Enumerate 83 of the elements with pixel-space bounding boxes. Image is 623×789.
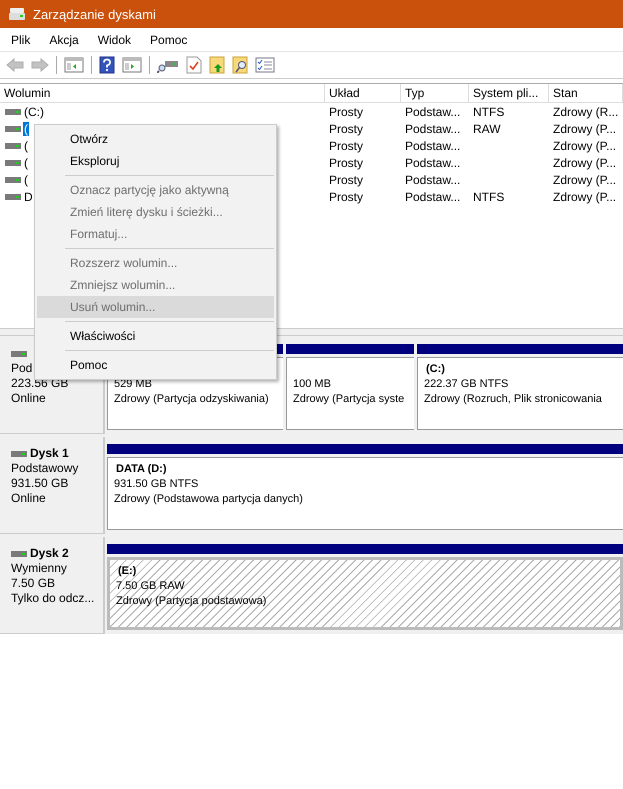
table-cell: Zdrowy (R... (553, 104, 618, 118)
table-cell: Podstaw... (405, 122, 460, 136)
volume-name[interactable]: ( (23, 122, 29, 136)
table-cell: Prosty (329, 172, 364, 186)
column-header[interactable]: Wolumin (0, 84, 325, 102)
table-cell: Podstaw... (405, 190, 460, 204)
disk-type: Podstawowy (11, 461, 78, 476)
help-icon[interactable] (99, 56, 115, 74)
disk-name: Dysk 2 (30, 546, 69, 561)
menu-item[interactable]: Widok (98, 32, 132, 46)
table-cell: Prosty (329, 138, 364, 152)
window-panel-icon[interactable] (64, 57, 84, 73)
table-cell: Prosty (329, 190, 364, 204)
drive-icon (5, 108, 21, 116)
partition-size: 931.50 GB NTFS (114, 477, 200, 492)
partition-label: DATA (D:) (116, 463, 166, 475)
partition-status: Zdrowy (Partycja odzyskiwania) (114, 392, 270, 407)
disk-state: Online (11, 491, 46, 506)
drive-icon (5, 192, 21, 200)
table-cell: Podstaw... (405, 156, 460, 170)
table-cell: Podstaw... (405, 172, 460, 186)
disk-size: 931.50 GB (11, 476, 68, 491)
volume-name[interactable]: ( (23, 156, 29, 170)
column-header[interactable]: Typ (401, 84, 469, 102)
table-cell: NTFS (473, 104, 504, 118)
table-cell: Zdrowy (P... (553, 190, 616, 204)
folder-magnifier-icon[interactable] (232, 56, 248, 74)
volume-name[interactable]: ( (23, 172, 29, 186)
table-cell: NTFS (473, 190, 504, 204)
menu-item[interactable]: Pomoc (150, 32, 188, 46)
partition-label: (E:) (118, 565, 136, 577)
checklist-icon[interactable] (255, 57, 275, 73)
drive-icon (11, 550, 27, 558)
disk-state: Tylko do odcz... (11, 591, 94, 606)
table-cell: Prosty (329, 122, 364, 136)
drive-icon (5, 142, 21, 150)
disk-state: Online (11, 391, 46, 406)
partition-block[interactable]: DATA (D:) 931.50 GB NTFS Zdrowy (Podstawowa partycja danych) (107, 457, 623, 530)
drive-icon (5, 158, 21, 166)
drive-icon (11, 450, 27, 458)
table-cell: Zdrowy (P... (553, 138, 616, 152)
window-title: Zarządzanie dyskami (33, 6, 156, 22)
table-cell: Prosty (329, 104, 364, 118)
partition-status: Zdrowy (Podstawowa partycja danych) (114, 492, 304, 507)
disk-name: Dysk 1 (30, 446, 69, 461)
window-panel-icon[interactable] (122, 57, 142, 73)
table-cell: Podstaw... (405, 104, 460, 118)
partition-status: Zdrowy (Partycja syste (293, 392, 406, 407)
column-header[interactable]: System pli... (469, 84, 549, 102)
partition-status: Zdrowy (Partycja podstawowa) (116, 594, 268, 609)
table-cell: Zdrowy (P... (553, 156, 616, 170)
partition-status: Zdrowy (Rozruch, Plik stronicowania (424, 392, 603, 407)
drive-icon (11, 350, 27, 358)
volume-name[interactable]: ( (23, 138, 29, 152)
drive-icon (5, 176, 21, 184)
table-cell: Zdrowy (P... (553, 122, 616, 136)
volume-name[interactable]: D (23, 190, 34, 204)
menu-item[interactable]: Plik (11, 32, 30, 46)
table-cell: Zdrowy (P... (553, 172, 616, 186)
disk-info-panel[interactable]: Dysk 1 Podstawowy 931.50 GB Online (0, 437, 105, 534)
column-header[interactable]: Układ (325, 84, 401, 102)
context-menu-item[interactable]: Eksploruj (37, 150, 274, 172)
volume-name[interactable]: (C:) (23, 104, 45, 118)
context-menu-item[interactable]: Otwórz (37, 128, 274, 150)
partition-block[interactable]: 100 MB Zdrowy (Partycja syste (286, 357, 414, 430)
partition-size: 222.37 GB NTFS (424, 377, 510, 392)
partition-size: 100 MB (293, 377, 332, 392)
partition-label: (C:) (426, 363, 445, 375)
drive-icon (8, 6, 26, 22)
disk-type: Pod (11, 361, 32, 376)
disk-type: Wymienny (11, 561, 67, 576)
disk-size: 7.50 GB (11, 576, 56, 591)
partition-size: 7.50 GB RAW (116, 579, 186, 594)
table-cell: Podstaw... (405, 138, 460, 152)
partition-block[interactable]: (C:) 222.37 GB NTFS Zdrowy (Rozruch, Plik stronicowania (417, 357, 623, 430)
table-cell: RAW (473, 122, 501, 136)
partition-block[interactable]: (E:) 7.50 GB RAW Zdrowy (Partycja podstawowa) (107, 557, 623, 630)
disk-info-panel[interactable]: Dysk 2 Wymienny 7.50 GB Tylko do odcz... (0, 537, 105, 634)
column-header[interactable]: Stan (549, 84, 623, 102)
table-cell: Prosty (329, 156, 364, 170)
checked-document-icon[interactable] (186, 56, 202, 74)
menu-item[interactable]: Akcja (49, 32, 79, 46)
drive-icon (5, 124, 21, 132)
